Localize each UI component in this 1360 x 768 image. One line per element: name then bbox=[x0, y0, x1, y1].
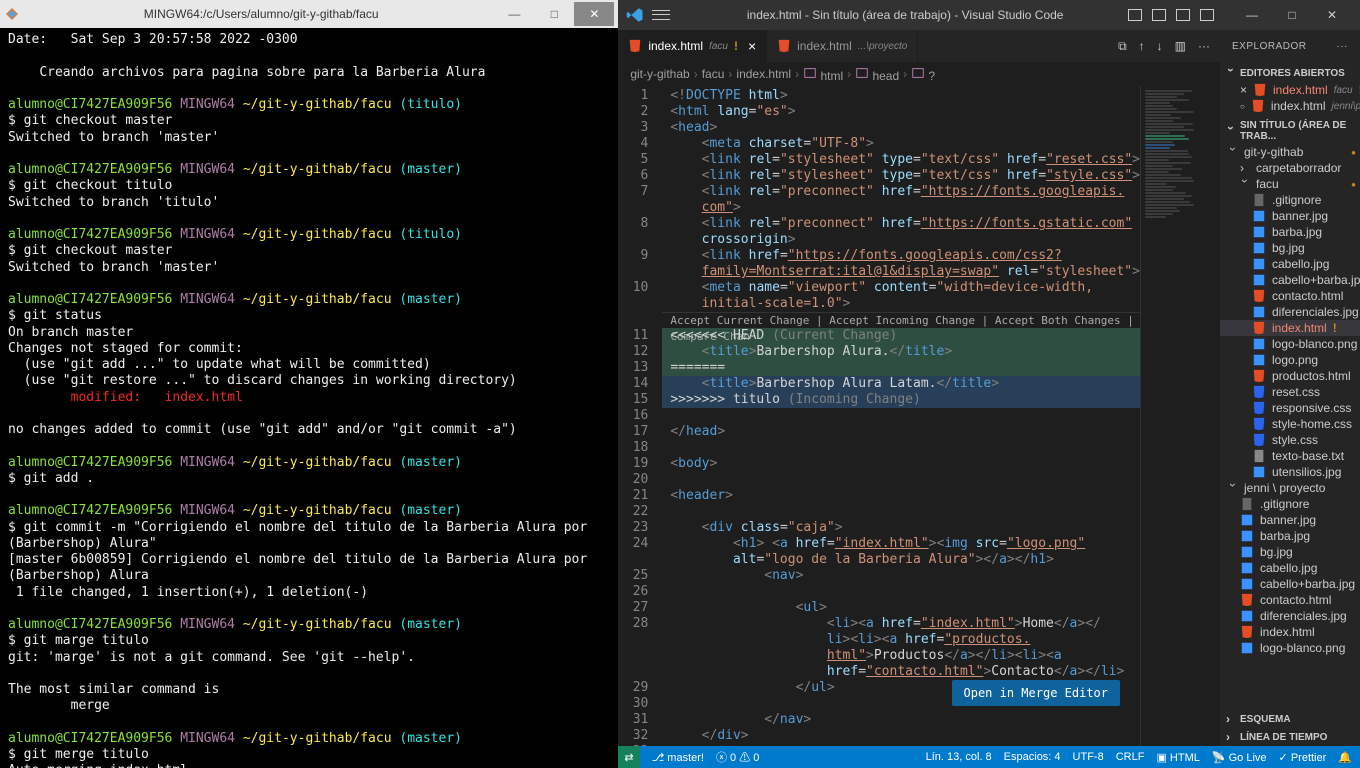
prettier[interactable]: ✓ Prettier bbox=[1279, 751, 1327, 764]
maximize-button[interactable]: □ bbox=[1272, 1, 1312, 29]
language-mode[interactable]: ▣ HTML bbox=[1156, 751, 1199, 764]
file-item[interactable]: cabello.jpg bbox=[1220, 560, 1360, 576]
file-item[interactable]: texto-base.txt bbox=[1220, 448, 1360, 464]
breadcrumb-item[interactable]: html bbox=[803, 66, 843, 83]
close-button[interactable]: ✕ bbox=[574, 2, 614, 26]
errors-indicator[interactable]: ⓧ 0 ⚠ 0 bbox=[716, 749, 759, 765]
explorer-title: EXPLORADOR bbox=[1232, 41, 1306, 52]
status-bar: ⇄ ⎇ master! ⓧ 0 ⚠ 0 Lín. 13, col. 8 Espa… bbox=[618, 746, 1360, 768]
open-editor-item[interactable]: ○index.html jenni\p... bbox=[1220, 98, 1360, 114]
vscode-logo-icon bbox=[626, 6, 644, 24]
editor-tab[interactable]: index.html...\proyecto bbox=[767, 30, 918, 62]
layout-icon[interactable] bbox=[1200, 9, 1214, 21]
vscode-title: index.html - Sin título (área de trabajo… bbox=[682, 8, 1128, 22]
breadcrumb-item[interactable]: ? bbox=[911, 66, 935, 83]
file-item[interactable]: index.html bbox=[1220, 624, 1360, 640]
file-item[interactable]: index.html ! bbox=[1220, 320, 1360, 336]
layout-icon[interactable] bbox=[1152, 9, 1166, 21]
file-item[interactable]: diferenciales.jpg bbox=[1220, 304, 1360, 320]
up-icon[interactable]: ↑ bbox=[1139, 39, 1145, 54]
close-icon[interactable]: × bbox=[748, 38, 756, 54]
remote-icon[interactable]: ⇄ bbox=[618, 746, 639, 768]
open-merge-editor-button[interactable]: Open in Merge Editor bbox=[952, 680, 1121, 706]
file-item[interactable]: contacto.html bbox=[1220, 592, 1360, 608]
maximize-button[interactable]: □ bbox=[534, 2, 574, 26]
terminal-app-icon bbox=[4, 6, 20, 22]
layout-icon[interactable] bbox=[1176, 9, 1190, 21]
workspace-section[interactable]: SIN TÍTULO (ÁREA DE TRAB... bbox=[1220, 118, 1360, 144]
file-item[interactable]: diferenciales.jpg bbox=[1220, 608, 1360, 624]
down-icon[interactable]: ↓ bbox=[1157, 39, 1163, 54]
more-icon[interactable]: ··· bbox=[1337, 41, 1349, 52]
encoding[interactable]: UTF-8 bbox=[1073, 751, 1104, 763]
file-item[interactable]: responsive.css bbox=[1220, 400, 1360, 416]
folder-item[interactable]: jenni \ proyecto bbox=[1220, 480, 1360, 496]
go-live[interactable]: 📡 Go Live bbox=[1212, 751, 1267, 764]
cursor-position[interactable]: Lín. 13, col. 8 bbox=[926, 751, 992, 763]
file-item[interactable]: bg.jpg bbox=[1220, 544, 1360, 560]
editor-tab[interactable]: index.htmlfacu!× bbox=[618, 30, 767, 62]
breadcrumb-item[interactable]: head bbox=[855, 66, 899, 83]
breadcrumb[interactable]: git-y-githab›facu›index.html› html› head… bbox=[618, 62, 1220, 86]
file-item[interactable]: banner.jpg bbox=[1220, 208, 1360, 224]
code-editor[interactable]: 1234567 8 9 10 1112131415161718192021222… bbox=[618, 86, 1220, 746]
file-item[interactable]: productos.html bbox=[1220, 368, 1360, 384]
close-icon[interactable]: × bbox=[1240, 83, 1247, 97]
file-item[interactable]: cabello.jpg bbox=[1220, 256, 1360, 272]
folder-item[interactable]: carpetaborrador bbox=[1220, 160, 1360, 176]
close-button[interactable]: ✕ bbox=[1312, 1, 1352, 29]
conflict-actions[interactable]: Accept Current Change | Accept Incoming … bbox=[662, 312, 1140, 328]
minimap[interactable] bbox=[1140, 86, 1220, 746]
hamburger-icon[interactable] bbox=[652, 6, 670, 24]
file-item[interactable]: style-home.css bbox=[1220, 416, 1360, 432]
notifications-icon[interactable]: 🔔 bbox=[1338, 751, 1352, 764]
breadcrumb-item[interactable]: index.html bbox=[736, 67, 791, 81]
compare-icon[interactable]: ⧉ bbox=[1118, 39, 1127, 54]
file-item[interactable]: logo-blanco.png bbox=[1220, 336, 1360, 352]
folder-item[interactable]: git-y-githab bbox=[1220, 144, 1360, 160]
file-item[interactable]: .gitignore bbox=[1220, 192, 1360, 208]
vscode-titlebar[interactable]: index.html - Sin título (área de trabajo… bbox=[618, 0, 1360, 30]
file-item[interactable]: barba.jpg bbox=[1220, 528, 1360, 544]
explorer-sidebar: EXPLORADOR ··· EDITORES ABIERTOS ×index.… bbox=[1220, 30, 1360, 746]
minimize-button[interactable]: — bbox=[1232, 1, 1272, 29]
file-item[interactable]: barba.jpg bbox=[1220, 224, 1360, 240]
breadcrumb-item[interactable]: git-y-githab bbox=[630, 67, 689, 81]
layout-icon[interactable] bbox=[1128, 9, 1142, 21]
file-item[interactable]: contacto.html bbox=[1220, 288, 1360, 304]
more-icon[interactable]: ··· bbox=[1198, 39, 1210, 54]
explorer-header: EXPLORADOR ··· bbox=[1220, 30, 1360, 62]
file-item[interactable]: logo-blanco.png bbox=[1220, 640, 1360, 656]
file-item[interactable]: banner.jpg bbox=[1220, 512, 1360, 528]
file-item[interactable]: utensilios.jpg bbox=[1220, 464, 1360, 480]
file-item[interactable]: reset.css bbox=[1220, 384, 1360, 400]
editor-tabs: index.htmlfacu!×index.html...\proyecto ⧉ ↑… bbox=[618, 30, 1220, 62]
terminal-title: MINGW64:/c/Users/alumno/git-y-githab/fac… bbox=[28, 7, 494, 21]
editor-area: index.htmlfacu!×index.html...\proyecto ⧉ ↑… bbox=[618, 30, 1220, 746]
file-item[interactable]: .gitignore bbox=[1220, 496, 1360, 512]
terminal-window: MINGW64:/c/Users/alumno/git-y-githab/fac… bbox=[0, 0, 618, 768]
open-editor-item[interactable]: ×index.html facu ! bbox=[1220, 82, 1360, 98]
split-icon[interactable]: ▥ bbox=[1175, 39, 1186, 54]
folder-item[interactable]: facu bbox=[1220, 176, 1360, 192]
code-lines[interactable]: <!DOCTYPE html><html lang="es"><head> <m… bbox=[662, 86, 1140, 746]
terminal-body[interactable]: Date: Sat Sep 3 20:57:58 2022 -0300 Crea… bbox=[0, 28, 618, 768]
vscode-window: index.html - Sin título (área de trabajo… bbox=[618, 0, 1360, 768]
indentation[interactable]: Espacios: 4 bbox=[1004, 751, 1061, 763]
file-item[interactable]: cabello+barba.jpg bbox=[1220, 272, 1360, 288]
timeline-section[interactable]: LÍNEA DE TIEMPO bbox=[1220, 728, 1360, 746]
layout-icons[interactable] bbox=[1128, 9, 1214, 21]
open-editors-section[interactable]: EDITORES ABIERTOS bbox=[1220, 64, 1360, 82]
file-item[interactable]: cabello+barba.jpg bbox=[1220, 576, 1360, 592]
terminal-titlebar[interactable]: MINGW64:/c/Users/alumno/git-y-githab/fac… bbox=[0, 0, 618, 28]
breadcrumb-item[interactable]: facu bbox=[702, 67, 725, 81]
file-item[interactable]: style.css bbox=[1220, 432, 1360, 448]
eol[interactable]: CRLF bbox=[1116, 751, 1145, 763]
outline-section[interactable]: ESQUEMA bbox=[1220, 710, 1360, 728]
minimize-button[interactable]: — bbox=[494, 2, 534, 26]
file-item[interactable]: logo.png bbox=[1220, 352, 1360, 368]
line-gutter: 1234567 8 9 10 1112131415161718192021222… bbox=[618, 86, 662, 746]
branch-indicator[interactable]: ⎇ master! bbox=[652, 751, 704, 764]
file-item[interactable]: bg.jpg bbox=[1220, 240, 1360, 256]
